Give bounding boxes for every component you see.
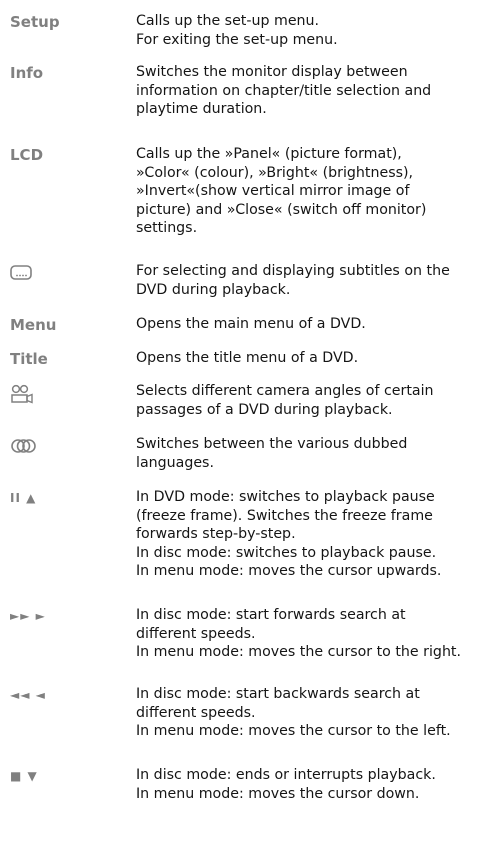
description-line: Opens the main menu of a DVD. — [136, 316, 366, 332]
description-line: »Color« (colour), »Bright« (brightness), — [136, 164, 414, 181]
description-line: In disc mode: ends or interrupts playbac… — [136, 767, 436, 783]
description-line: Opens the title menu of a DVD. — [136, 350, 359, 366]
description-line: forwards step-by-step. — [136, 526, 296, 543]
description-line: Calls up the »Panel« (picture format), — [136, 146, 402, 162]
description-line: In menu mode: moves the cursor to the le… — [136, 723, 451, 740]
description-line: For selecting and displaying subtitles o… — [136, 263, 450, 279]
description-line: For exiting the set-up menu. — [136, 31, 338, 48]
key-label-menu: Menu — [10, 316, 57, 334]
key-label-title: Title — [10, 350, 48, 368]
entry-description: Switches the monitor display between inf… — [136, 63, 488, 119]
entry-description: In disc mode: start forwards search at d… — [136, 606, 488, 662]
entry-description: In disc mode: ends or interrupts playbac… — [136, 766, 488, 803]
entry-description: In DVD mode: switches to playback pause … — [136, 488, 488, 581]
description-line: In menu mode: moves the cursor upwards. — [136, 563, 442, 580]
description-line: information on chapter/title selection a… — [136, 82, 432, 99]
fast-forward-right-icon: ►► ► — [10, 609, 46, 623]
entry-description: Selects different camera angles of certa… — [136, 382, 488, 419]
key-label-setup: Setup — [10, 13, 60, 31]
description-line: picture) and »Close« (switch off monitor… — [136, 201, 427, 218]
description-line: In disc mode: start forwards search at — [136, 607, 406, 623]
description-line: In menu mode: moves the cursor down. — [136, 785, 420, 802]
rewind-left-icon: ◄◄ ◄ — [10, 688, 46, 702]
entry-description: Calls up the set-up menu. For exiting th… — [136, 12, 488, 49]
description-line: different speeds. — [136, 704, 256, 721]
entry-description: In disc mode: start backwards search at … — [136, 685, 488, 741]
entry-description: Switches between the various dubbed lang… — [136, 435, 488, 472]
stop-down-icon: ■ ▼ — [10, 769, 38, 783]
description-line: In disc mode: switches to playback pause… — [136, 544, 437, 561]
entry-description: Opens the title menu of a DVD. — [136, 349, 488, 368]
description-line: languages. — [136, 454, 214, 471]
subtitle-icon — [10, 264, 34, 286]
description-line: (freeze frame). Switches the freeze fram… — [136, 507, 433, 524]
description-line: different speeds. — [136, 625, 256, 642]
description-line: Switches the monitor display between — [136, 64, 408, 80]
key-label-info: Info — [10, 64, 44, 82]
audio-language-icon — [10, 437, 40, 459]
remote-control-key-list: Setup Calls up the set-up menu. For exit… — [0, 0, 488, 845]
camera-angle-icon — [10, 384, 36, 408]
description-line: In menu mode: moves the cursor to the ri… — [136, 644, 462, 661]
description-line: In DVD mode: switches to playback pause — [136, 489, 435, 505]
description-line: DVD during playback. — [136, 281, 291, 298]
description-line: Switches between the various dubbed — [136, 436, 408, 452]
entry-description: For selecting and displaying subtitles o… — [136, 262, 488, 299]
description-line: settings. — [136, 220, 198, 237]
entry-description: Opens the main menu of a DVD. — [136, 315, 488, 334]
description-line: Calls up the set-up menu. — [136, 13, 320, 29]
description-line: Selects different camera angles of certa… — [136, 383, 434, 399]
entry-description: Calls up the »Panel« (picture format), »… — [136, 145, 488, 238]
description-line: playtime duration. — [136, 101, 267, 118]
description-line: »Invert«(show vertical mirror image of — [136, 183, 410, 200]
description-line: In disc mode: start backwards search at — [136, 686, 420, 702]
description-line: passages of a DVD during playback. — [136, 401, 393, 418]
pause-up-icon: II ▲ — [10, 491, 37, 505]
key-label-lcd: LCD — [10, 146, 44, 164]
